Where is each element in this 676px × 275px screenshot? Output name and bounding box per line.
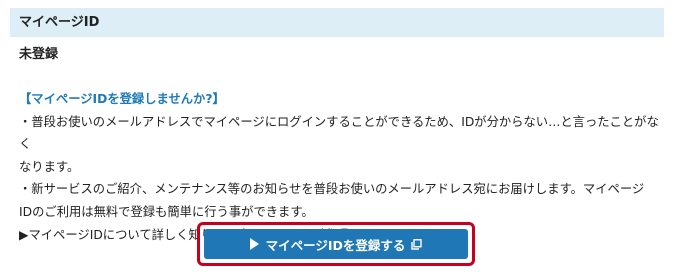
register-button-label: マイページIDを登録する bbox=[265, 237, 406, 253]
promo-line: ・普段お使いのメールアドレスでマイページにログインすることができるため、IDが分… bbox=[19, 114, 659, 152]
promo-heading: 【マイページIDを登録しませんか?】 bbox=[19, 92, 225, 106]
promo-line: IDのご利用は無料で登録も簡単に行う事ができます。 bbox=[19, 204, 314, 219]
play-icon bbox=[249, 238, 259, 250]
section-title: マイページID bbox=[19, 15, 100, 30]
button-highlight-frame: マイページIDを登録する bbox=[197, 222, 475, 266]
registration-status: 未登録 bbox=[19, 47, 59, 62]
section-header: マイページID bbox=[10, 8, 664, 37]
promo-line: ・新サービスのご紹介、メンテナンス等のお知らせを普段お使いのメールアドレス宛にお… bbox=[19, 182, 645, 197]
promo-line: なります。 bbox=[19, 159, 80, 174]
register-mypage-id-button[interactable]: マイページIDを登録する bbox=[204, 229, 468, 259]
external-link-icon bbox=[411, 238, 423, 250]
